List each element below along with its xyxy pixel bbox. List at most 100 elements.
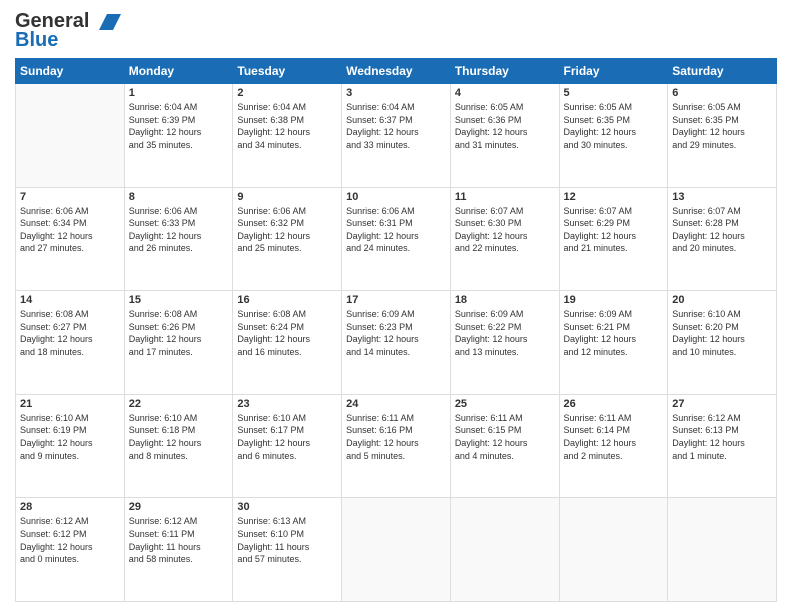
day-number: 7: [20, 191, 120, 203]
day-info: Sunrise: 6:08 AM Sunset: 6:27 PM Dayligh…: [20, 308, 120, 358]
day-info: Sunrise: 6:09 AM Sunset: 6:23 PM Dayligh…: [346, 308, 446, 358]
day-number: 30: [237, 501, 337, 513]
calendar-cell: 11 Sunrise: 6:07 AM Sunset: 6:30 PM Dayli…: [450, 187, 559, 291]
day-info: Sunrise: 6:06 AM Sunset: 6:34 PM Dayligh…: [20, 205, 120, 255]
calendar-header-sunday: Sunday: [16, 59, 125, 84]
calendar-cell: 7 Sunrise: 6:06 AM Sunset: 6:34 PM Daylig…: [16, 187, 125, 291]
calendar-header-monday: Monday: [124, 59, 233, 84]
calendar-cell: 2 Sunrise: 6:04 AM Sunset: 6:38 PM Daylig…: [233, 84, 342, 188]
day-number: 28: [20, 501, 120, 513]
day-number: 22: [129, 398, 229, 410]
day-number: 4: [455, 87, 555, 99]
day-number: 3: [346, 87, 446, 99]
day-info: Sunrise: 6:06 AM Sunset: 6:31 PM Dayligh…: [346, 205, 446, 255]
day-info: Sunrise: 6:10 AM Sunset: 6:19 PM Dayligh…: [20, 412, 120, 462]
calendar-header-row: SundayMondayTuesdayWednesdayThursdayFrid…: [16, 59, 777, 84]
calendar-week-4: 28 Sunrise: 6:12 AM Sunset: 6:12 PM Dayli…: [16, 498, 777, 602]
page: General Blue SundayMondayTuesdayWednesda…: [0, 0, 792, 612]
day-number: 16: [237, 294, 337, 306]
day-info: Sunrise: 6:09 AM Sunset: 6:22 PM Dayligh…: [455, 308, 555, 358]
day-info: Sunrise: 6:11 AM Sunset: 6:15 PM Dayligh…: [455, 412, 555, 462]
day-info: Sunrise: 6:04 AM Sunset: 6:39 PM Dayligh…: [129, 101, 229, 151]
calendar-header-thursday: Thursday: [450, 59, 559, 84]
day-info: Sunrise: 6:10 AM Sunset: 6:18 PM Dayligh…: [129, 412, 229, 462]
day-number: 19: [564, 294, 664, 306]
calendar-header-tuesday: Tuesday: [233, 59, 342, 84]
calendar-cell: 9 Sunrise: 6:06 AM Sunset: 6:32 PM Daylig…: [233, 187, 342, 291]
logo-blue: Blue: [15, 29, 58, 52]
calendar-cell: 22 Sunrise: 6:10 AM Sunset: 6:18 PM Dayli…: [124, 394, 233, 498]
calendar-cell: 26 Sunrise: 6:11 AM Sunset: 6:14 PM Dayli…: [559, 394, 668, 498]
calendar-header-saturday: Saturday: [668, 59, 777, 84]
day-info: Sunrise: 6:05 AM Sunset: 6:36 PM Dayligh…: [455, 101, 555, 151]
day-info: Sunrise: 6:11 AM Sunset: 6:16 PM Dayligh…: [346, 412, 446, 462]
calendar-cell: 13 Sunrise: 6:07 AM Sunset: 6:28 PM Dayli…: [668, 187, 777, 291]
calendar-cell: 24 Sunrise: 6:11 AM Sunset: 6:16 PM Dayli…: [342, 394, 451, 498]
calendar-cell: 3Sunrise: 6:04 AM Sunset: 6:37 PM Daylig…: [342, 84, 451, 188]
calendar-week-3: 21 Sunrise: 6:10 AM Sunset: 6:19 PM Dayli…: [16, 394, 777, 498]
day-number: 5: [564, 87, 664, 99]
calendar-cell: 12Sunrise: 6:07 AM Sunset: 6:29 PM Dayli…: [559, 187, 668, 291]
day-number: 27: [672, 398, 772, 410]
calendar-cell: 1 Sunrise: 6:04 AM Sunset: 6:39 PM Daylig…: [124, 84, 233, 188]
day-info: Sunrise: 6:12 AM Sunset: 6:13 PM Dayligh…: [672, 412, 772, 462]
day-number: 11: [455, 191, 555, 203]
day-info: Sunrise: 6:05 AM Sunset: 6:35 PM Dayligh…: [672, 101, 772, 151]
day-info: Sunrise: 6:13 AM Sunset: 6:10 PM Dayligh…: [237, 515, 337, 565]
calendar-cell: 4 Sunrise: 6:05 AM Sunset: 6:36 PM Daylig…: [450, 84, 559, 188]
day-info: Sunrise: 6:08 AM Sunset: 6:26 PM Dayligh…: [129, 308, 229, 358]
day-info: Sunrise: 6:10 AM Sunset: 6:17 PM Dayligh…: [237, 412, 337, 462]
calendar-cell: 15 Sunrise: 6:08 AM Sunset: 6:26 PM Dayli…: [124, 291, 233, 395]
day-number: 8: [129, 191, 229, 203]
calendar-cell: [668, 498, 777, 602]
day-info: Sunrise: 6:12 AM Sunset: 6:12 PM Dayligh…: [20, 515, 120, 565]
calendar-cell: 25 Sunrise: 6:11 AM Sunset: 6:15 PM Dayli…: [450, 394, 559, 498]
day-number: 13: [672, 191, 772, 203]
calendar-cell: 6 Sunrise: 6:05 AM Sunset: 6:35 PM Daylig…: [668, 84, 777, 188]
calendar-cell: [450, 498, 559, 602]
calendar-cell: 21 Sunrise: 6:10 AM Sunset: 6:19 PM Dayli…: [16, 394, 125, 498]
logo-icon: [89, 12, 121, 32]
day-number: 9: [237, 191, 337, 203]
calendar-cell: 27 Sunrise: 6:12 AM Sunset: 6:13 PM Dayli…: [668, 394, 777, 498]
day-info: Sunrise: 6:08 AM Sunset: 6:24 PM Dayligh…: [237, 308, 337, 358]
calendar-cell: 16 Sunrise: 6:08 AM Sunset: 6:24 PM Dayli…: [233, 291, 342, 395]
calendar-cell: 29Sunrise: 6:12 AM Sunset: 6:11 PM Dayli…: [124, 498, 233, 602]
day-number: 25: [455, 398, 555, 410]
calendar-cell: 8 Sunrise: 6:06 AM Sunset: 6:33 PM Daylig…: [124, 187, 233, 291]
day-number: 1: [129, 87, 229, 99]
calendar-cell: [559, 498, 668, 602]
day-number: 26: [564, 398, 664, 410]
calendar-cell: 5 Sunrise: 6:05 AM Sunset: 6:35 PM Daylig…: [559, 84, 668, 188]
day-number: 14: [20, 294, 120, 306]
calendar-cell: 14 Sunrise: 6:08 AM Sunset: 6:27 PM Dayli…: [16, 291, 125, 395]
day-info: Sunrise: 6:10 AM Sunset: 6:20 PM Dayligh…: [672, 308, 772, 358]
day-number: 6: [672, 87, 772, 99]
day-number: 15: [129, 294, 229, 306]
day-number: 24: [346, 398, 446, 410]
day-info: Sunrise: 6:11 AM Sunset: 6:14 PM Dayligh…: [564, 412, 664, 462]
day-info: Sunrise: 6:07 AM Sunset: 6:29 PM Dayligh…: [564, 205, 664, 255]
header: General Blue: [15, 10, 777, 52]
calendar-cell: 23Sunrise: 6:10 AM Sunset: 6:17 PM Dayli…: [233, 394, 342, 498]
day-info: Sunrise: 6:06 AM Sunset: 6:32 PM Dayligh…: [237, 205, 337, 255]
calendar-cell: [342, 498, 451, 602]
day-info: Sunrise: 6:12 AM Sunset: 6:11 PM Dayligh…: [129, 515, 229, 565]
day-number: 10: [346, 191, 446, 203]
day-number: 21: [20, 398, 120, 410]
calendar-header-wednesday: Wednesday: [342, 59, 451, 84]
day-info: Sunrise: 6:09 AM Sunset: 6:21 PM Dayligh…: [564, 308, 664, 358]
calendar-cell: 10 Sunrise: 6:06 AM Sunset: 6:31 PM Dayli…: [342, 187, 451, 291]
calendar-cell: 17Sunrise: 6:09 AM Sunset: 6:23 PM Dayli…: [342, 291, 451, 395]
day-info: Sunrise: 6:06 AM Sunset: 6:33 PM Dayligh…: [129, 205, 229, 255]
day-info: Sunrise: 6:07 AM Sunset: 6:30 PM Dayligh…: [455, 205, 555, 255]
logo: General Blue: [15, 10, 121, 52]
day-info: Sunrise: 6:07 AM Sunset: 6:28 PM Dayligh…: [672, 205, 772, 255]
calendar-cell: 19 Sunrise: 6:09 AM Sunset: 6:21 PM Dayli…: [559, 291, 668, 395]
calendar-cell: 18 Sunrise: 6:09 AM Sunset: 6:22 PM Dayli…: [450, 291, 559, 395]
day-info: Sunrise: 6:05 AM Sunset: 6:35 PM Dayligh…: [564, 101, 664, 151]
day-info: Sunrise: 6:04 AM Sunset: 6:38 PM Dayligh…: [237, 101, 337, 151]
day-number: 18: [455, 294, 555, 306]
calendar-week-0: 1 Sunrise: 6:04 AM Sunset: 6:39 PM Daylig…: [16, 84, 777, 188]
day-number: 2: [237, 87, 337, 99]
